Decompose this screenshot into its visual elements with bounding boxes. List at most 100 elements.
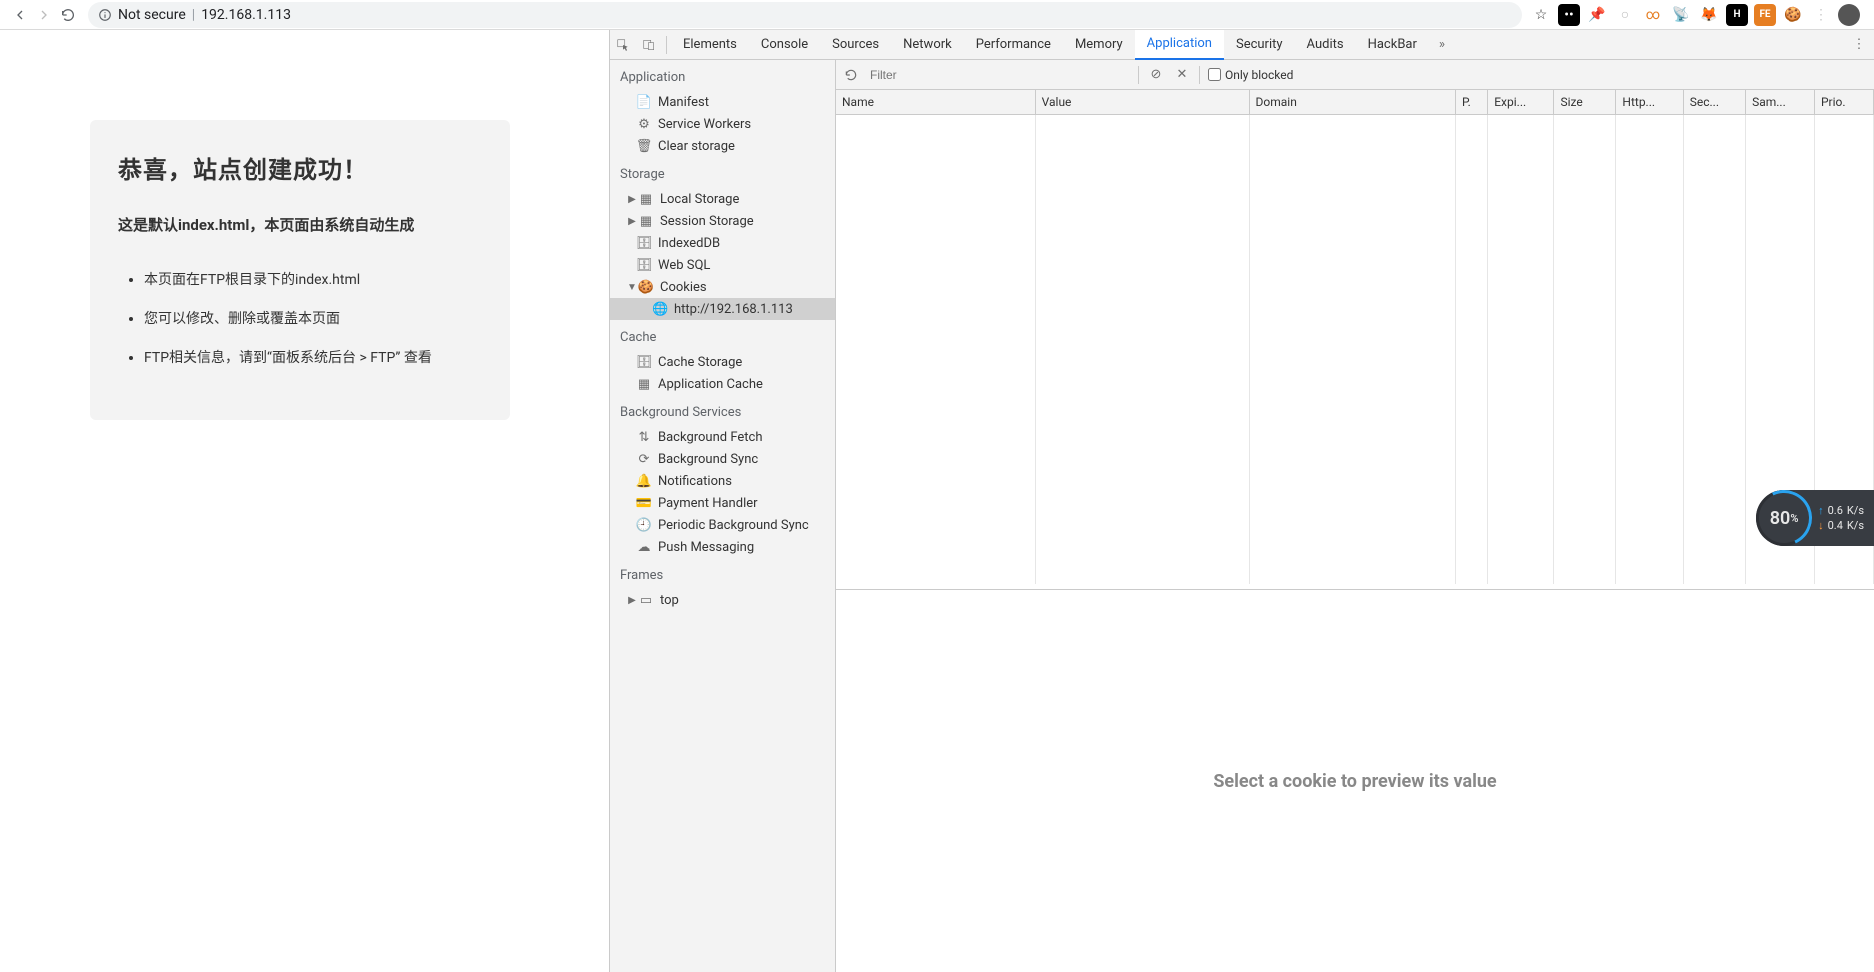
net-percent-value: 80	[1770, 508, 1791, 529]
database-icon: 🗄	[636, 236, 652, 251]
extension-icon[interactable]: H	[1726, 4, 1748, 26]
back-button[interactable]	[8, 3, 32, 27]
devtools-menu-button[interactable]: ⋮	[1844, 37, 1874, 52]
arrow-right-icon	[36, 7, 52, 23]
sidebar-item-label: Clear storage	[658, 139, 735, 154]
sidebar-item-web-sql[interactable]: 🗄Web SQL	[610, 254, 835, 276]
cookie-icon: 🍪	[638, 280, 654, 295]
page-subtitle: 这是默认index.html，本页面由系统自动生成	[118, 213, 482, 239]
devtools-tabs: Elements Console Sources Network Perform…	[610, 30, 1874, 60]
sidebar-item-periodic-sync[interactable]: 🕘Periodic Background Sync	[610, 514, 835, 536]
sidebar-item-manifest[interactable]: 📄Manifest	[610, 91, 835, 113]
sidebar-item-background-sync[interactable]: ⟳Background Sync	[610, 448, 835, 470]
col-httponly[interactable]: Http...	[1616, 90, 1683, 114]
sidebar-item-notifications[interactable]: 🔔Notifications	[610, 470, 835, 492]
sidebar-item-background-fetch[interactable]: ⇅Background Fetch	[610, 426, 835, 448]
extension-icon[interactable]: 🍪	[1782, 4, 1804, 26]
sidebar-item-service-workers[interactable]: ⚙Service Workers	[610, 113, 835, 135]
page-content: 恭喜，站点创建成功！ 这是默认index.html，本页面由系统自动生成 本页面…	[0, 30, 609, 972]
network-monitor-widget[interactable]: 80% ↑0.6K/s ↓0.4K/s	[1756, 490, 1874, 546]
sidebar-item-label: Manifest	[658, 95, 709, 110]
sync-icon: ⟳	[636, 452, 652, 467]
grid-icon: ▦	[636, 377, 652, 392]
star-icon[interactable]: ☆	[1530, 4, 1552, 26]
bullet-item: FTP相关信息，请到“面板系统后台 > FTP” 查看	[144, 341, 482, 376]
more-tabs-button[interactable]: »	[1429, 30, 1455, 60]
tab-performance[interactable]: Performance	[964, 30, 1063, 60]
tab-audits[interactable]: Audits	[1295, 30, 1356, 60]
database-icon: 🗄	[636, 355, 652, 370]
sidebar-item-cache-storage[interactable]: 🗄 Cache Storage	[610, 351, 835, 373]
rss-icon[interactable]: 📡	[1670, 4, 1692, 26]
only-blocked-checkbox[interactable]: Only blocked	[1208, 68, 1293, 82]
gear-icon: ⚙	[636, 117, 652, 132]
preview-empty-text: Select a cookie to preview its value	[1213, 771, 1496, 792]
sidebar-item-label: Application Cache	[658, 377, 763, 392]
sidebar-item-local-storage[interactable]: ▶▦Local Storage	[610, 188, 835, 210]
arrow-left-icon	[12, 7, 28, 23]
delete-button[interactable]: ✕	[1173, 67, 1191, 82]
col-domain[interactable]: Domain	[1249, 90, 1456, 114]
tab-network[interactable]: Network	[891, 30, 964, 60]
sidebar-item-application-cache[interactable]: ▦ Application Cache	[610, 373, 835, 395]
sidebar-item-indexeddb[interactable]: 🗄IndexedDB	[610, 232, 835, 254]
info-icon	[98, 8, 112, 22]
filter-input[interactable]	[870, 65, 1130, 85]
extension-icon[interactable]: ∞	[1642, 4, 1664, 26]
col-priority[interactable]: Prio.	[1814, 90, 1873, 114]
sidebar-item-label: Periodic Background Sync	[658, 518, 809, 533]
sidebar-item-push-messaging[interactable]: ☁Push Messaging	[610, 536, 835, 558]
tab-elements[interactable]: Elements	[671, 30, 749, 60]
tab-console[interactable]: Console	[749, 30, 820, 60]
sidebar-item-label: Session Storage	[660, 214, 754, 229]
forward-button[interactable]	[32, 3, 56, 27]
only-blocked-input[interactable]	[1208, 68, 1221, 81]
filter-bar: ⊘ ✕ Only blocked	[836, 60, 1874, 90]
reload-button[interactable]	[56, 3, 80, 27]
profile-avatar[interactable]	[1838, 4, 1860, 26]
chevron-right-icon: ▶	[626, 194, 638, 205]
col-samesite[interactable]: Sam...	[1746, 90, 1815, 114]
sidebar-item-label: Notifications	[658, 474, 732, 489]
net-stats: ↑0.6K/s ↓0.4K/s	[1818, 504, 1864, 532]
tab-hackbar[interactable]: HackBar	[1356, 30, 1429, 60]
col-value[interactable]: Value	[1035, 90, 1249, 114]
sidebar-item-session-storage[interactable]: ▶▦Session Storage	[610, 210, 835, 232]
extension-icon[interactable]: 📌	[1586, 4, 1608, 26]
browser-toolbar: Not secure | 192.168.1.113 ☆ •• 📌 ○ ∞ 📡 …	[0, 0, 1874, 30]
section-cache: Cache	[610, 320, 835, 351]
inspect-button[interactable]	[610, 30, 636, 60]
sidebar-item-clear-storage[interactable]: 🗑Clear storage	[610, 135, 835, 157]
net-percent-circle: 80%	[1756, 490, 1812, 546]
frame-icon: ▭	[638, 593, 654, 608]
extension-icon[interactable]: FE	[1754, 4, 1776, 26]
tab-sources[interactable]: Sources	[820, 30, 891, 60]
sidebar-item-label: Cache Storage	[658, 355, 742, 370]
sidebar-item-top-frame[interactable]: ▶▭top	[610, 589, 835, 611]
sidebar-item-cookies[interactable]: ▼🍪Cookies	[610, 276, 835, 298]
section-application: Application	[610, 60, 835, 91]
col-size[interactable]: Size	[1554, 90, 1616, 114]
grid-icon: ▦	[638, 192, 654, 207]
sidebar-cookie-origin[interactable]: 🌐http://192.168.1.113	[610, 298, 835, 320]
net-percent-suffix: %	[1790, 512, 1798, 525]
col-path[interactable]: P.	[1456, 90, 1488, 114]
extension-icon[interactable]: ••	[1558, 4, 1580, 26]
chevron-right-icon: ▶	[626, 595, 638, 606]
device-toggle-button[interactable]	[636, 30, 662, 60]
extension-icon[interactable]: ○	[1614, 4, 1636, 26]
col-secure[interactable]: Sec...	[1683, 90, 1745, 114]
clear-button[interactable]: ⊘	[1147, 67, 1165, 82]
tab-security[interactable]: Security	[1224, 30, 1295, 60]
col-expires[interactable]: Expi...	[1488, 90, 1554, 114]
reload-icon	[60, 7, 76, 23]
extension-icon[interactable]: 🦊	[1698, 4, 1720, 26]
tab-memory[interactable]: Memory	[1063, 30, 1135, 60]
refresh-button[interactable]	[844, 68, 862, 82]
address-bar[interactable]: Not secure | 192.168.1.113	[88, 2, 1522, 28]
sidebar-item-payment-handler[interactable]: 💳Payment Handler	[610, 492, 835, 514]
tab-application[interactable]: Application	[1135, 30, 1224, 60]
address-separator: |	[192, 7, 195, 23]
col-name[interactable]: Name	[836, 90, 1035, 114]
table-row-empty	[836, 114, 1874, 584]
